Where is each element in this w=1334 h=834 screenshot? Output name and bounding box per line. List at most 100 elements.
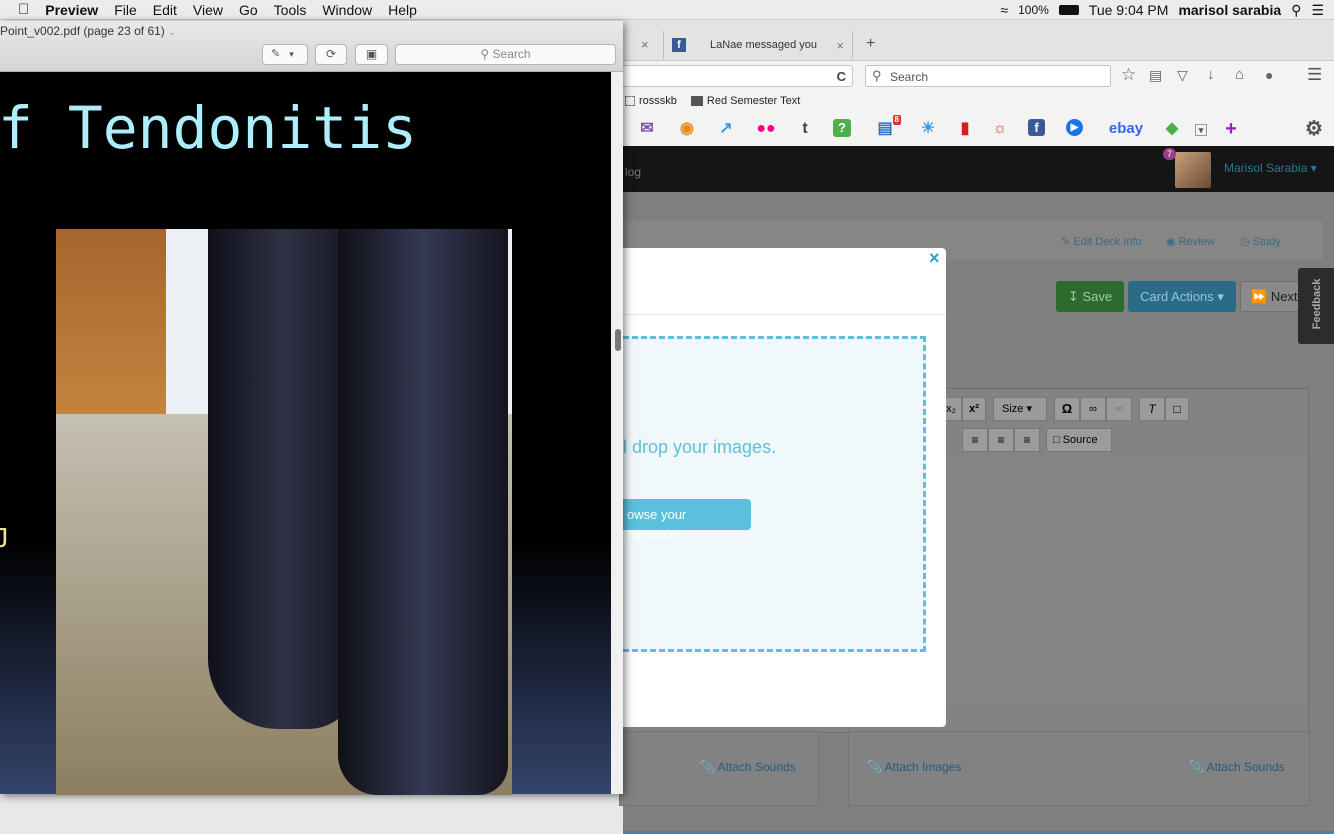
modal-header-divider [623,314,946,315]
editor-toolbar: x₂ x² Size ▾ Ω ∞ ∞ T □ ≡ ≡ ≡ □ Source [940,395,1189,455]
unlink-icon[interactable]: ∞ [1106,397,1132,421]
bookmark-rossskb[interactable]: rossskb [625,95,677,107]
hamburger-menu-icon[interactable]: ☰ [1307,65,1322,85]
preview-search-field[interactable]: ⚲ Search [395,44,616,65]
menu-tools[interactable]: Tools [266,2,315,18]
remove-format-icon[interactable]: T [1139,397,1165,421]
attach-panel-right: 📎 Attach Images 📎 Attach Sounds [848,731,1310,806]
flickr-icon[interactable]: ●● [756,119,776,139]
bookmark-red-semester[interactable]: Red Semester Text [690,95,800,107]
attach-sounds-link[interactable]: 📎 Attach Sounds [1189,760,1285,774]
paste-icon[interactable]: □ [1165,397,1189,421]
document-title[interactable]: Point_v002.pdf (page 23 of 61) ⌄ [0,24,177,38]
superscript-icon[interactable]: x² [962,397,986,421]
search-field[interactable]: ⚲ Search [865,65,1111,87]
preview-titlebar: Point_v002.pdf (page 23 of 61) ⌄ ✎ ▾ ⟳ ▣… [0,21,623,72]
dropdown-icon[interactable]: ▾ [1195,124,1207,136]
modal-close-button[interactable]: × [929,248,940,269]
folder-icon [690,96,703,107]
tumblr-icon[interactable]: t [795,119,815,139]
menu-edit[interactable]: Edit [145,2,185,18]
user-name[interactable]: marisol sarabia [1178,2,1281,18]
special-char-icon[interactable]: Ω [1054,397,1080,421]
menu-window[interactable]: Window [314,2,380,18]
menu-go[interactable]: Go [231,2,266,18]
link-icon[interactable]: ∞ [1080,397,1106,421]
apple-icon[interactable]:  [0,1,37,18]
edit-deck-info-label: Edit Deck Info [1073,236,1142,248]
bookmark-ribbon-icon[interactable]: ▮ [955,119,975,139]
help-icon[interactable]: ? [833,119,851,137]
weather-icon[interactable]: ☀ [918,119,938,139]
new-tab-button[interactable]: + [866,35,875,53]
pdf-page[interactable]: f Tendonitis J [0,72,611,795]
play-icon[interactable]: ▶ [1066,119,1083,136]
clock[interactable]: Tue 9:04 PM [1089,2,1169,18]
home-icon[interactable]: ⌂ [1235,66,1244,83]
facebook-icon: f [672,38,686,52]
menu-app-preview[interactable]: Preview [37,2,106,18]
wifi-icon[interactable]: ≈ [1000,2,1008,18]
align-left-icon[interactable]: ≡ [962,428,988,452]
bookmark-star-icon[interactable]: ☆ [1121,65,1136,85]
attach-images-link[interactable]: 📎 Attach Images [867,760,961,774]
spotlight-search-icon[interactable]: ⚲ [1291,2,1301,19]
search-icon: ⚲ [480,47,490,61]
chart-icon[interactable]: ↗ [716,119,736,139]
battery-icon[interactable] [1058,5,1079,15]
upload-images-modal: × l drop your images. owse your computer [617,248,946,727]
facebook-icon[interactable]: f [1028,119,1045,136]
tab-close-button[interactable]: × [641,37,649,52]
sun-icon[interactable]: ☼ [990,119,1010,139]
reading-list-icon[interactable]: ▤ [1149,67,1162,84]
notification-center-icon[interactable]: ☰ [1311,2,1324,19]
preview-window: Point_v002.pdf (page 23 of 61) ⌄ ✎ ▾ ⟳ ▣… [0,21,623,795]
browse-computer-button[interactable]: owse your computer [617,499,751,541]
toolbox-button[interactable]: ▣ [355,44,388,65]
settings-gear-icon[interactable]: ⚙ [1304,119,1324,139]
battery-percent[interactable]: 100% [1018,3,1049,17]
edit-deck-info-link[interactable]: ✎ Edit Deck Info [1061,235,1142,248]
user-menu[interactable]: Marisol Sarabia ▾ [1224,161,1317,175]
mail-icon[interactable]: ✉ [637,119,657,139]
editor-body[interactable] [940,459,1308,704]
photo-leg-right [338,229,508,795]
rotate-button[interactable]: ⟳ [315,44,347,65]
review-link[interactable]: ◉ Review [1166,235,1215,248]
news-icon[interactable]: ▤ 8 [875,115,901,139]
reload-icon[interactable]: C [837,69,846,84]
notification-count-badge[interactable]: 7 [1163,148,1177,160]
menu-file[interactable]: File [106,2,145,18]
tag-icon[interactable]: ◆ [1162,119,1182,139]
preview-scrollbar[interactable] [611,72,623,794]
url-field[interactable]: C [619,65,853,87]
basketball-icon[interactable]: ◉ [677,119,697,139]
tab-close-button[interactable]: × [836,38,844,53]
ebay-icon[interactable]: ebay [1106,119,1146,139]
feedback-tab[interactable]: Feedback [1298,268,1334,344]
attach-panel-left: 📎 Attach Sounds [619,731,819,806]
bookmark-label: rossskb [639,95,677,107]
attach-sounds-link[interactable]: 📎 Attach Sounds [700,760,796,774]
markup-toolbar-button[interactable]: ✎ ▾ [262,44,308,65]
add-icon[interactable]: + [1221,119,1241,139]
avatar[interactable] [1175,152,1211,188]
align-center-icon[interactable]: ≡ [988,428,1014,452]
nav-link-blog[interactable]: log [625,165,641,179]
menu-help[interactable]: Help [380,2,425,18]
card-actions-button[interactable]: Card Actions ▾ [1128,281,1236,312]
photo-leg-left [208,229,358,729]
scrollbar-thumb[interactable] [615,329,621,351]
image-dropzone[interactable]: l drop your images. owse your computer [617,336,926,652]
tab-facebook[interactable]: f LaNae messaged you × [663,31,853,59]
pocket-icon[interactable]: ▽ [1177,67,1188,84]
font-size-select[interactable]: Size ▾ [993,397,1047,421]
chat-icon[interactable]: ● [1265,67,1273,83]
source-button[interactable]: □ Source [1046,428,1112,452]
attach-sounds-label: Attach Sounds [1206,760,1285,774]
study-link[interactable]: ◷ Study [1240,235,1281,248]
menu-view[interactable]: View [185,2,231,18]
download-icon[interactable]: ↓ [1207,66,1215,83]
align-right-icon[interactable]: ≡ [1014,428,1040,452]
save-button[interactable]: ↧ Save [1056,281,1124,312]
